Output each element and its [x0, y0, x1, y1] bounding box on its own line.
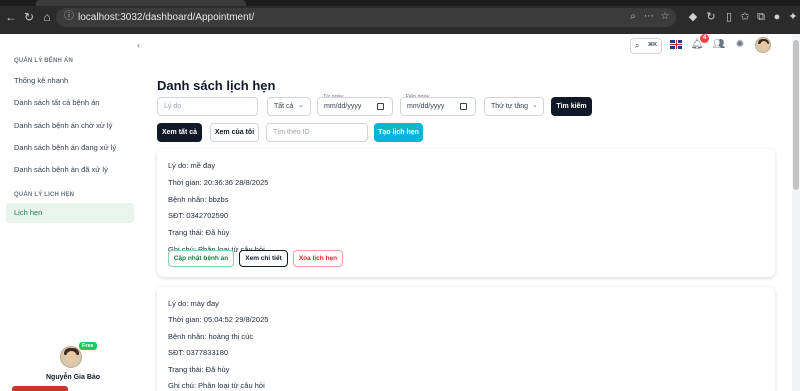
copilot-icon[interactable]: ✦	[786, 10, 800, 24]
browser-chrome: ← ↻ ⌂ ⓘ localhost:3032/dashboard/Appoint…	[0, 0, 800, 34]
chevron-down-icon: ⌄	[532, 102, 538, 109]
calendar-icon[interactable]	[377, 103, 384, 110]
status-select-value: Tất cả	[274, 103, 294, 110]
plan-badge: Free	[79, 342, 97, 350]
site-info-icon[interactable]: ⓘ	[62, 10, 76, 24]
view-detail-button[interactable]: Xem chi tiết	[239, 250, 288, 267]
tab-strip	[0, 0, 800, 6]
appointment-note: Ghi chú: Phân loại từ câu hỏi	[168, 381, 265, 390]
home-icon[interactable]: ⌂	[40, 10, 54, 24]
chevron-down-icon: ⌄	[298, 102, 304, 109]
appointment-phone: SĐT: 0342702590	[168, 211, 229, 220]
shortcut-hint: ⌘K	[648, 42, 658, 48]
more-icon[interactable]: ⋯	[642, 10, 656, 24]
sidebar-section-title: QUẢN LÝ BỆNH ÁN	[14, 58, 74, 64]
search-button[interactable]: ⌕ ⌘K	[630, 38, 662, 54]
sidebar-item-quick-stats[interactable]: Thống kê nhanh	[6, 71, 134, 91]
url-text: localhost:3032/dashboard/Appointment/	[78, 12, 255, 23]
address-bar[interactable]: ⓘ localhost:3032/dashboard/Appointment/ …	[56, 8, 676, 27]
order-select-value: Thứ tự tăng	[491, 103, 528, 110]
status-select[interactable]: Tất cả	[267, 97, 311, 116]
sidebar-item-pending-records[interactable]: Danh sách bệnh án chờ xử lý	[6, 116, 134, 136]
appointment-reason: Lý do: mày đay	[168, 299, 219, 308]
sidebar-item-processed-records[interactable]: Danh sách bệnh án đã xử lý	[6, 160, 134, 180]
scrollbar-thumb[interactable]	[793, 40, 799, 190]
profile-icon[interactable]: ●	[770, 10, 784, 24]
appointment-card: Lý do: mề đay Thời gian: 20:36:36 28/8/2…	[157, 149, 775, 277]
extension-icon[interactable]: ◆	[686, 10, 700, 24]
delete-appointment-button[interactable]: Xóa lịch hẹn	[293, 250, 343, 267]
appointment-reason: Lý do: mề đay	[168, 161, 216, 170]
back-icon[interactable]: ←	[4, 10, 18, 24]
search-submit-button[interactable]: Tìm kiếm	[551, 97, 592, 116]
sidebar-item-processing-records[interactable]: Danh sách bệnh án đang xử lý	[6, 138, 134, 158]
favorites-icon[interactable]: ✩	[738, 10, 752, 24]
search-icon: ⌕	[635, 41, 640, 50]
sidebar-item-all-records[interactable]: Danh sách tất cả bệnh án	[6, 93, 134, 113]
contacts-icon[interactable]: 👥︎	[712, 38, 726, 52]
bookmark-icon[interactable]: ☆	[658, 10, 672, 24]
appointment-phone: SĐT: 0377833180	[168, 348, 229, 357]
uk-flag-icon[interactable]	[670, 40, 682, 49]
split-screen-icon[interactable]: ▯	[722, 10, 736, 24]
view-mine-button[interactable]: Xem của tôi	[210, 123, 259, 142]
create-appointment-button[interactable]: Tạo lịch hẹn	[374, 123, 423, 142]
update-record-button[interactable]: Cập nhật bệnh án	[168, 250, 234, 267]
logout-button[interactable]	[12, 386, 68, 391]
avatar	[60, 346, 82, 368]
page-title: Danh sách lịch hẹn	[157, 78, 276, 93]
appointment-status: Trạng thái: Đã hủy	[168, 228, 230, 237]
appointment-status: Trạng thái: Đã hủy	[168, 365, 230, 374]
reason-input[interactable]: Lý do	[157, 97, 258, 116]
user-profile[interactable]: Free Nguyễn Gia Bảo	[46, 342, 118, 391]
notification-badge: 4	[700, 34, 709, 43]
view-all-button[interactable]: Xem tất cả	[157, 123, 202, 142]
to-date-value: mm/dd/yyyy	[407, 103, 445, 110]
sidebar-item-appointments[interactable]: Lịch hẹn	[6, 203, 134, 223]
appointment-time: Thời gian: 05:04:52 29/8/2025	[168, 315, 269, 324]
browser-tab[interactable]	[36, 0, 246, 6]
avatar[interactable]	[755, 37, 771, 53]
appointment-patient: Bệnh nhân: bbzbs	[168, 195, 229, 204]
zoom-icon[interactable]: ⌕	[626, 10, 640, 24]
settings-icon[interactable]: ✺	[733, 38, 747, 52]
refresh-extension-icon[interactable]: ↻	[704, 10, 718, 24]
from-date-value: mm/dd/yyyy	[324, 103, 362, 110]
sidebar-section-title: QUẢN LÝ LỊCH HẸN	[14, 192, 75, 198]
collections-icon[interactable]: ⧉	[754, 10, 768, 24]
appointment-patient: Bệnh nhân: hoàng thị cúc	[168, 332, 254, 341]
appointment-card: Lý do: mày đay Thời gian: 05:04:52 29/8/…	[157, 287, 775, 391]
calendar-icon[interactable]	[460, 103, 467, 110]
appointment-time: Thời gian: 20:36:36 28/8/2025	[168, 178, 269, 187]
sidebar: QUẢN LÝ BỆNH ÁN Thống kê nhanh Danh sách…	[0, 34, 142, 391]
reload-icon[interactable]: ↻	[22, 10, 36, 24]
collapse-sidebar-icon[interactable]: ‹	[137, 40, 140, 50]
id-search-input[interactable]: Tìm theo ID	[266, 123, 368, 142]
app-window: QUẢN LÝ BỆNH ÁN Thống kê nhanh Danh sách…	[0, 34, 800, 391]
user-name: Nguyễn Gia Bảo	[46, 374, 101, 381]
page-scrollbar[interactable]	[792, 34, 800, 391]
